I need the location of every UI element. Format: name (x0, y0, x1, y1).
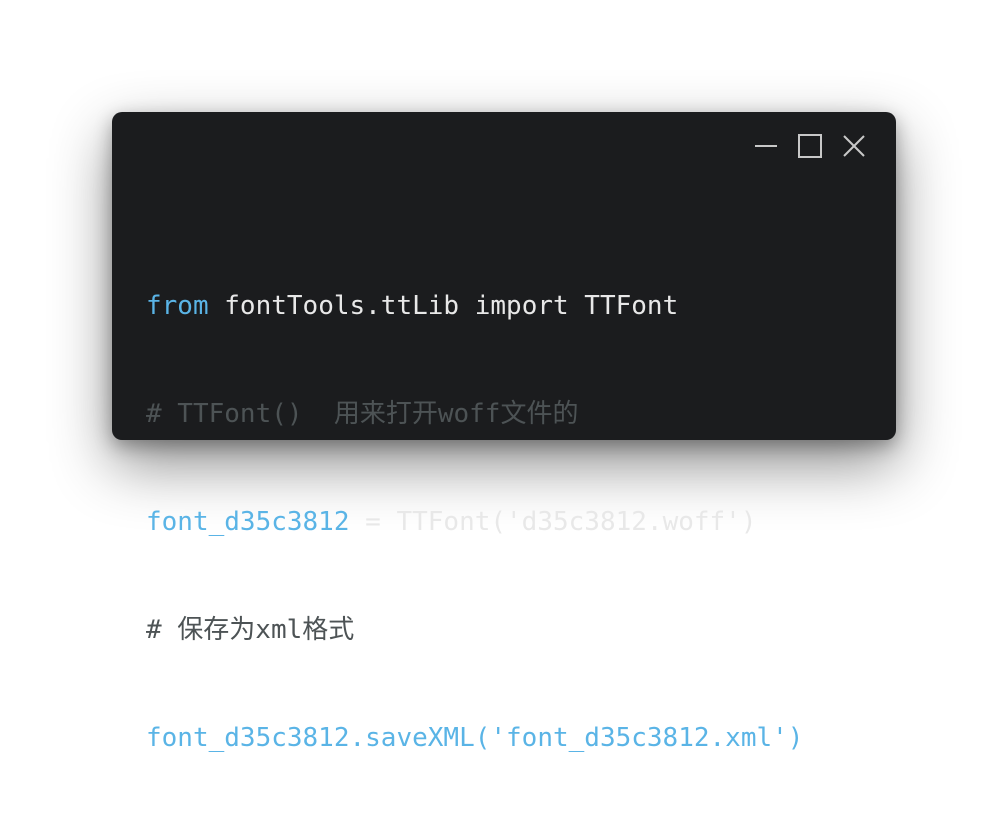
code-window: from fontTools.ttLib import TTFont # TTF… (112, 112, 896, 753)
keyword-import: import (474, 291, 569, 321)
code-line-4-comment: # 保存为xml格式 (146, 615, 355, 645)
imported-name: TTFont (568, 291, 679, 321)
close-icon[interactable] (842, 134, 866, 158)
assignment-expression: = TTFont('d35c3812.woff') (349, 507, 757, 537)
code-line-5: font_d35c3812.saveXML('font_d35c3812.xml… (146, 723, 804, 753)
code-line-3: font_d35c3812 = TTFont('d35c3812.woff') (146, 504, 803, 540)
code-line-1: from fontTools.ttLib import TTFont (146, 288, 803, 324)
variable-name: font_d35c3812 (146, 507, 350, 537)
maximize-icon[interactable] (798, 134, 822, 158)
window-controls (754, 134, 866, 158)
minimize-icon[interactable] (754, 134, 778, 158)
code-block: from fontTools.ttLib import TTFont # TTF… (146, 216, 803, 828)
keyword-from: from (146, 291, 209, 321)
code-line-2-comment: # TTFont() 用来打开woff文件的 (146, 399, 579, 429)
module-name: fontTools.ttLib (208, 291, 475, 321)
